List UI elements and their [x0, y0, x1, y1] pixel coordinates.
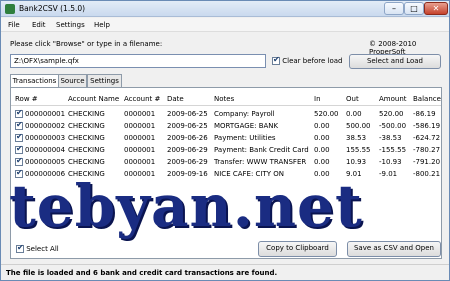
cell-date: 2009-06-29 — [167, 146, 208, 154]
col-account-name[interactable]: Account Name — [68, 95, 119, 103]
col-in[interactable]: In — [314, 95, 321, 103]
cell-out: 500.00 — [346, 122, 371, 130]
cell-amount: 520.00 — [379, 110, 404, 118]
grid-header: Row # Account Name Account # Date Notes … — [11, 92, 441, 106]
cell-notes: Payment: Bank Credit Card — [214, 146, 309, 154]
maximize-button[interactable]: □ — [404, 2, 424, 15]
cell-account-name: CHECKING — [68, 122, 105, 130]
menu-settings[interactable]: Settings — [56, 21, 85, 29]
cell-account-name: CHECKING — [68, 110, 105, 118]
table-row[interactable]: 000000002CHECKING 0000001 2009-06-25 MORTGA… — [11, 120, 441, 132]
clear-before-load-option[interactable]: Clear before load — [272, 55, 343, 65]
save-as-csv-button[interactable]: Save as CSV and Open — [347, 241, 441, 257]
cell-out: 155.55 — [346, 146, 371, 154]
cell-balance: -780.27 — [413, 146, 441, 154]
cell-date: 2009-06-25 — [167, 110, 208, 118]
table-row[interactable]: 000000005CHECKING 0000001 2009-06-29 Transf… — [11, 156, 441, 168]
filename-input[interactable] — [10, 54, 266, 68]
status-bar: The file is loaded and 6 bank and credit… — [1, 264, 449, 280]
cell-row-number: 000000003 — [25, 134, 66, 142]
menu-bar: File Edit Settings Help — [1, 18, 449, 32]
cell-date: 2009-06-29 — [167, 158, 208, 166]
cell-in: 0.00 — [314, 122, 330, 130]
select-all-label: Select All — [26, 245, 59, 253]
cell-row-number: 000000002 — [25, 122, 66, 130]
watermark-text: tebyan.net — [9, 172, 363, 240]
cell-amount: -38.53 — [379, 134, 402, 142]
cell-notes: Company: Payroll — [214, 110, 275, 118]
cell-in: 520.00 — [314, 110, 339, 118]
cell-account-name: CHECKING — [68, 134, 105, 142]
cell-out: 10.93 — [346, 158, 367, 166]
tab-transactions[interactable]: Transactions — [10, 74, 59, 88]
table-row[interactable]: 000000001CHECKING 0000001 2009-06-25 Compan… — [11, 108, 441, 120]
cell-balance: -86.19 — [413, 110, 436, 118]
menu-help[interactable]: Help — [94, 21, 110, 29]
menu-edit[interactable]: Edit — [32, 21, 46, 29]
app-icon — [5, 4, 15, 14]
row-checkbox[interactable] — [15, 108, 23, 118]
col-account-number[interactable]: Account # — [124, 95, 160, 103]
cell-row-number: 000000001 — [25, 110, 66, 118]
title-bar: Bank2CSV (1.5.0) – □ ✕ — [1, 1, 449, 17]
cell-account-number: 0000001 — [124, 158, 156, 166]
select-all-checkbox[interactable] — [16, 243, 24, 253]
clear-before-load-checkbox[interactable] — [272, 55, 280, 65]
cell-row-number: 000000004 — [25, 146, 66, 154]
row-checkbox[interactable] — [15, 132, 23, 142]
col-date[interactable]: Date — [167, 95, 184, 103]
cell-amount: -155.55 — [379, 146, 407, 154]
tab-settings[interactable]: Settings — [87, 74, 122, 87]
cell-account-number: 0000001 — [124, 110, 156, 118]
cell-in: 0.00 — [314, 146, 330, 154]
cell-out: 0.00 — [346, 110, 362, 118]
cell-amount: -500.00 — [379, 122, 407, 130]
cell-account-number: 0000001 — [124, 122, 156, 130]
select-and-load-button[interactable]: Select and Load — [349, 54, 441, 69]
cell-account-number: 0000001 — [124, 146, 156, 154]
cell-out: 38.53 — [346, 134, 367, 142]
col-balance[interactable]: Balance — [413, 95, 441, 103]
select-all-option[interactable]: Select All — [16, 243, 59, 253]
col-amount[interactable]: Amount — [379, 95, 407, 103]
cell-account-number: 0000001 — [124, 134, 156, 142]
cell-balance: -791.20 — [413, 158, 441, 166]
col-out[interactable]: Out — [346, 95, 359, 103]
filename-prompt: Please click "Browse" or type in a filen… — [10, 40, 163, 48]
cell-account-name: CHECKING — [68, 158, 105, 166]
cell-notes: Transfer: WWW TRANSFER — [214, 158, 307, 166]
minimize-button[interactable]: – — [384, 2, 404, 15]
col-row-number[interactable]: Row # — [15, 95, 38, 103]
row-checkbox[interactable] — [15, 120, 23, 130]
cell-balance: -586.19 — [413, 122, 441, 130]
cell-date: 2009-06-26 — [167, 134, 208, 142]
clear-before-load-label: Clear before load — [282, 57, 343, 65]
cell-date: 2009-06-25 — [167, 122, 208, 130]
menu-file[interactable]: File — [8, 21, 20, 29]
cell-row-number: 000000005 — [25, 158, 66, 166]
cell-notes: MORTGAGE: BANK — [214, 122, 279, 130]
cell-in: 0.00 — [314, 158, 330, 166]
table-row[interactable]: 000000004CHECKING 0000001 2009-06-29 Paymen… — [11, 144, 441, 156]
app-window: Bank2CSV (1.5.0) – □ ✕ File Edit Setting… — [0, 0, 450, 281]
cell-account-name: CHECKING — [68, 146, 105, 154]
table-row[interactable]: 000000003CHECKING 0000001 2009-06-26 Paymen… — [11, 132, 441, 144]
tab-source[interactable]: Source — [58, 74, 87, 87]
row-checkbox[interactable] — [15, 156, 23, 166]
cell-balance: -624.72 — [413, 134, 441, 142]
row-checkbox[interactable] — [15, 144, 23, 154]
copy-to-clipboard-button[interactable]: Copy to Clipboard — [258, 241, 337, 257]
cell-notes: Payment: Utilities — [214, 134, 276, 142]
cell-amount: -10.93 — [379, 158, 402, 166]
window-title: Bank2CSV (1.5.0) — [19, 4, 86, 13]
close-button[interactable]: ✕ — [424, 2, 448, 15]
col-notes[interactable]: Notes — [214, 95, 234, 103]
cell-in: 0.00 — [314, 134, 330, 142]
